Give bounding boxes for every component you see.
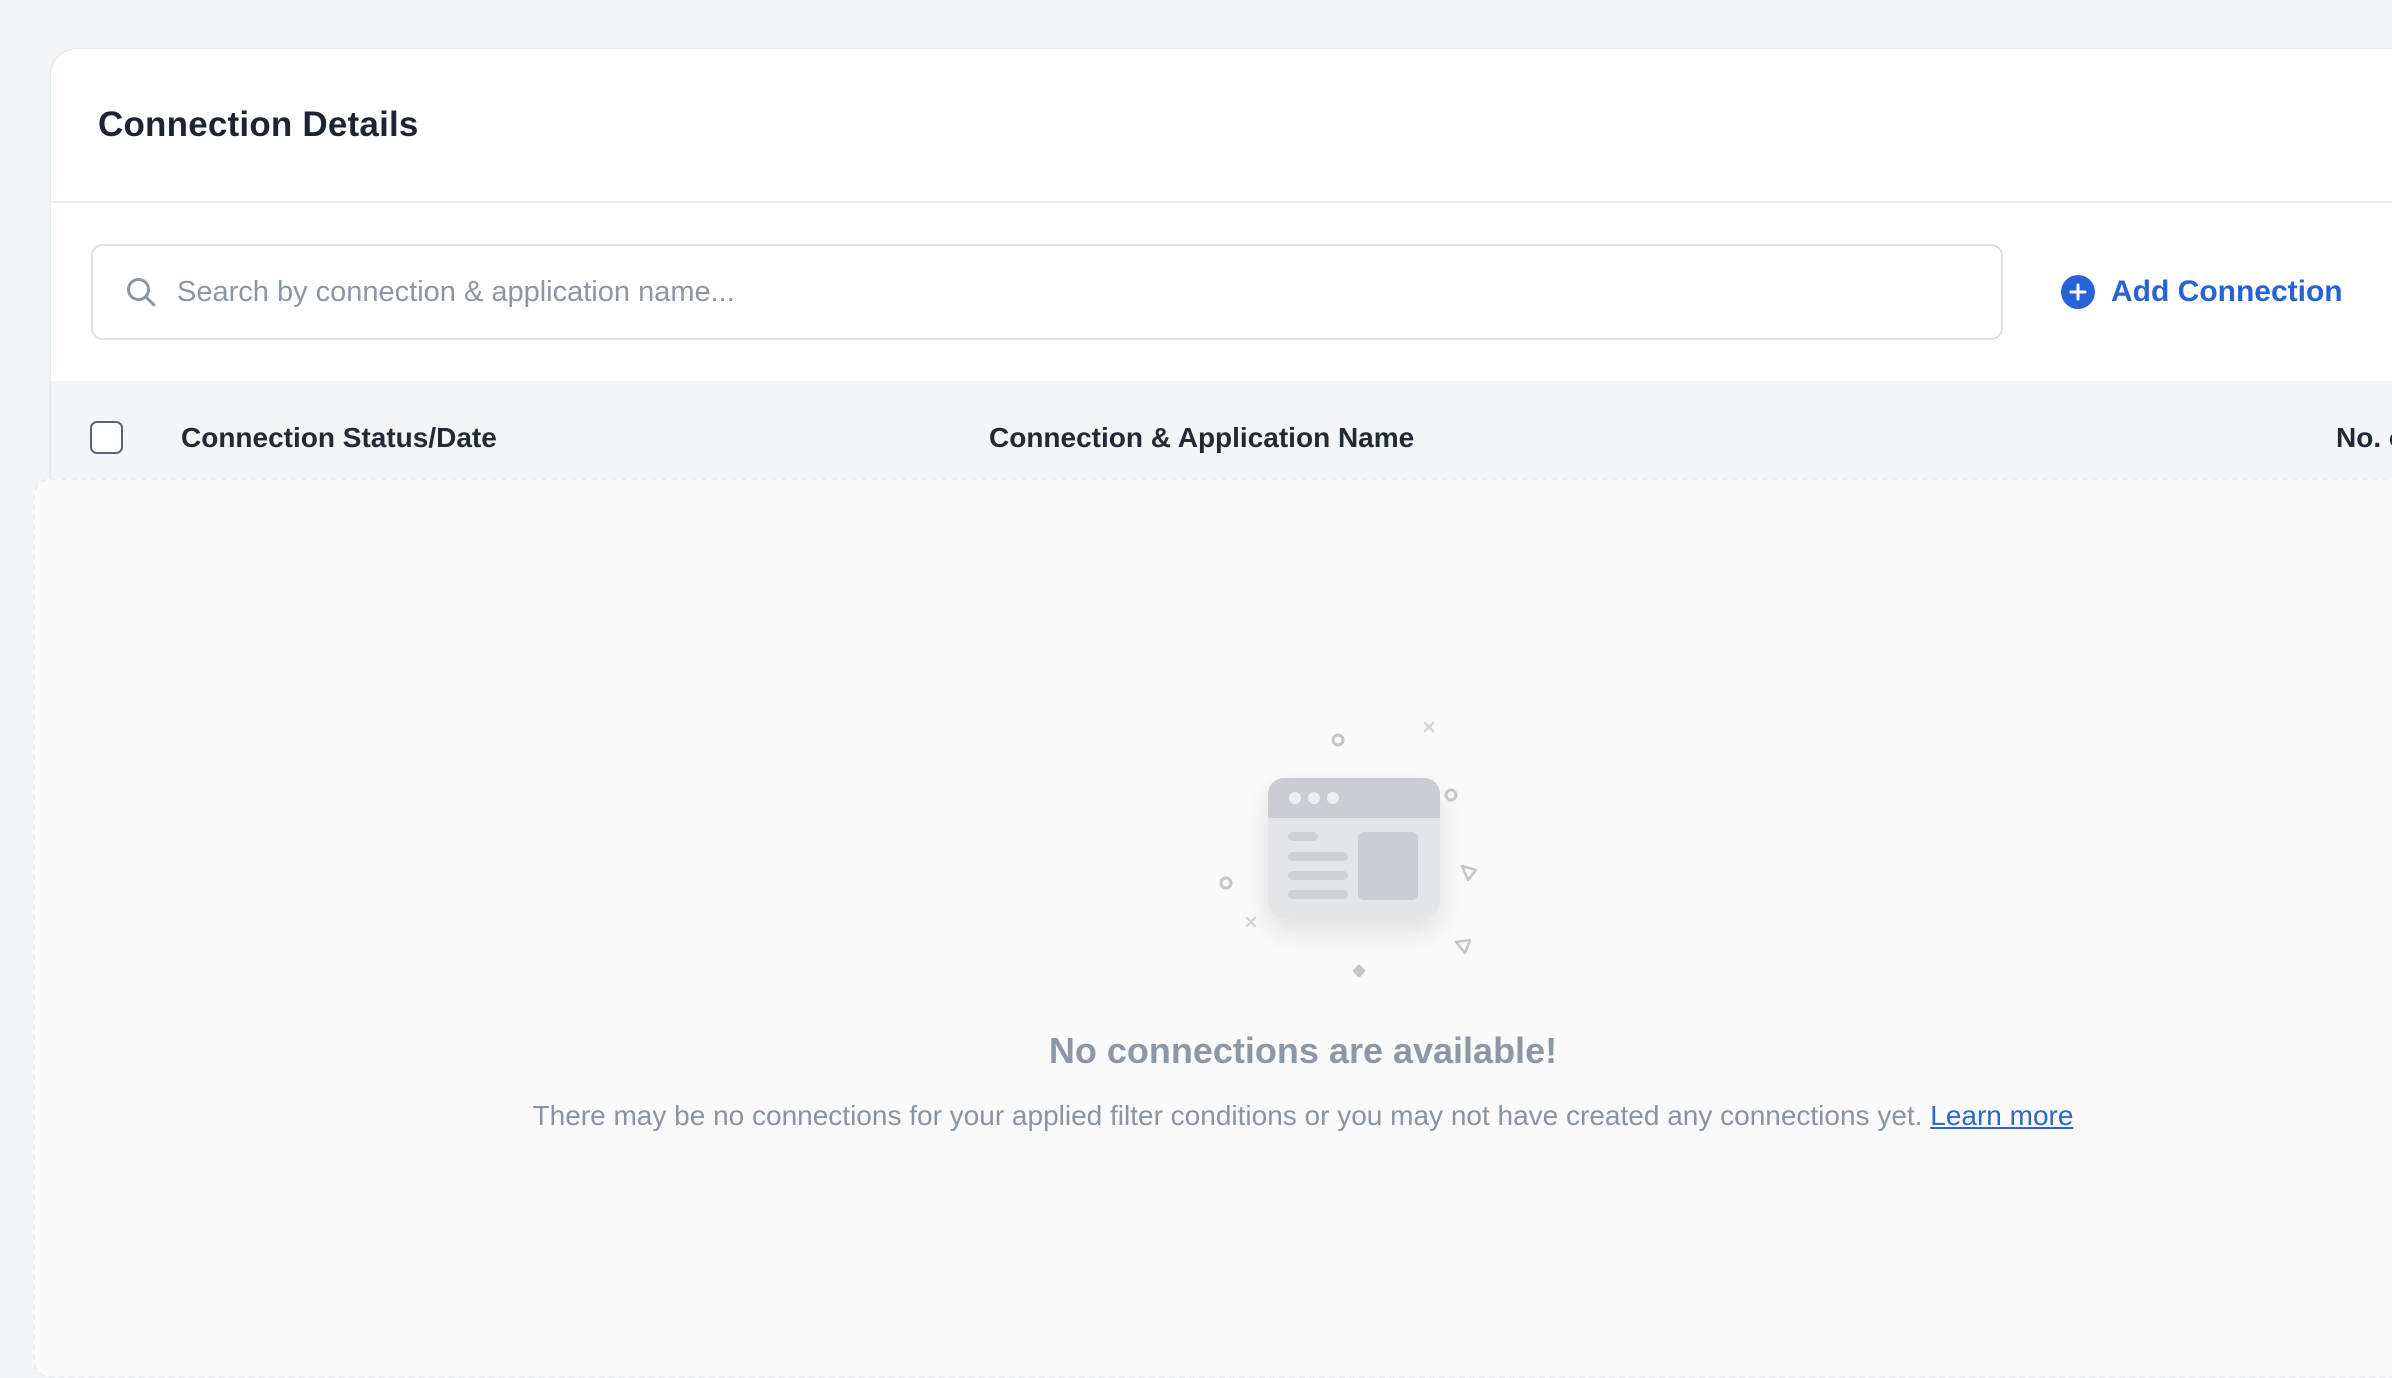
search-box[interactable] [91,244,2003,340]
page-title: Connection Details [98,105,419,144]
search-input[interactable] [177,275,1877,309]
empty-state-title: No connections are available! [1048,1030,1558,1071]
add-connection-button[interactable]: Add Connection [2061,275,2343,309]
card-header: Connection Details [51,49,2392,203]
search-icon [123,274,159,310]
plus-circle-icon [2061,275,2095,309]
learn-more-link[interactable]: Learn more [1930,1100,2073,1131]
select-all-checkbox[interactable] [90,421,123,454]
empty-state-description-text: There may be no connections for your app… [532,1100,1923,1131]
toolbar: Add Connection [51,203,2392,381]
empty-state-description: There may be no connections for your app… [0,1100,2392,1132]
add-connection-label: Add Connection [2111,275,2343,308]
empty-browser-illustration [1160,700,1480,1000]
